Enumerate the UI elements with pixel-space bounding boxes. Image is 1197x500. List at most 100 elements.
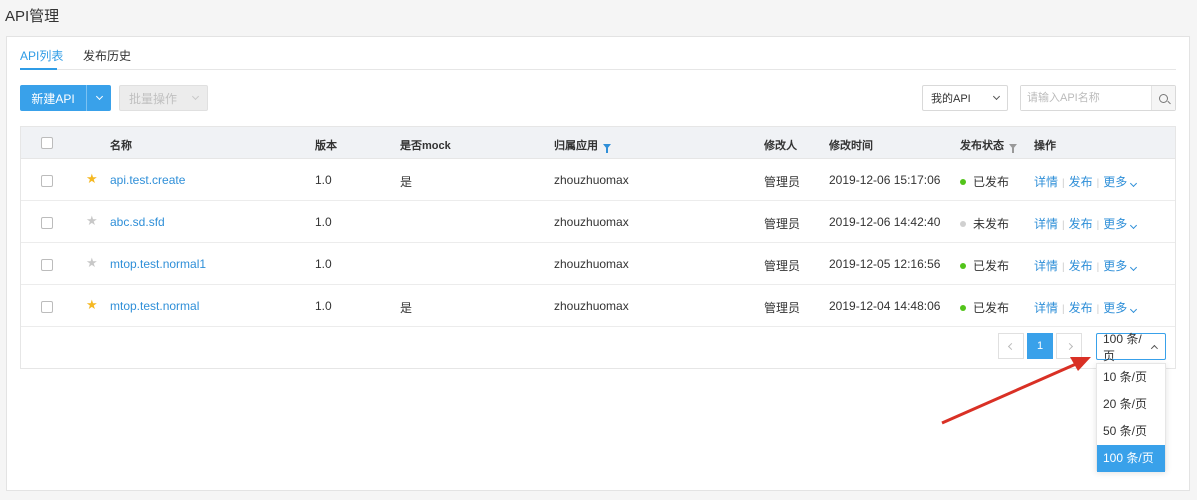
star-icon[interactable]: ★ xyxy=(86,298,98,311)
divider: | xyxy=(1096,178,1100,189)
status-dot xyxy=(960,179,966,185)
row-checkbox[interactable] xyxy=(41,301,53,313)
publish-link[interactable]: 发布 xyxy=(1069,175,1093,189)
table-row: ★ mtop.test.normal 1.0 是 zhouzhuomax 管理员… xyxy=(21,285,1175,327)
header-app: 归属应用 xyxy=(554,137,611,153)
status-dot xyxy=(960,221,966,227)
modifier-cell: 管理员 xyxy=(764,301,801,315)
status-dot xyxy=(960,305,966,311)
new-api-button[interactable]: 新建API xyxy=(20,85,86,111)
version-cell: 1.0 xyxy=(315,299,332,313)
header-modified-time: 修改时间 xyxy=(829,140,873,152)
modified-time-cell: 2019-12-05 12:16:56 xyxy=(829,257,941,271)
app-cell: zhouzhuomax xyxy=(554,257,629,271)
chevron-up-icon xyxy=(1151,344,1159,352)
table-row: ★ abc.sd.sfd 1.0 zhouzhuomax 管理员 2019-12… xyxy=(21,201,1175,243)
status-dot xyxy=(960,263,966,269)
app-cell: zhouzhuomax xyxy=(554,299,629,313)
modifier-cell: 管理员 xyxy=(764,217,801,231)
row-checkbox[interactable] xyxy=(41,259,53,271)
api-name-link[interactable]: api.test.create xyxy=(110,173,185,187)
select-all-checkbox[interactable] xyxy=(41,137,53,149)
header-ops: 操作 xyxy=(1034,140,1056,152)
new-api-dropdown-button[interactable] xyxy=(86,85,111,111)
tab-api-list[interactable]: API列表 xyxy=(20,47,63,64)
status-cell: 已发布 xyxy=(960,299,1009,316)
header-status: 发布状态 xyxy=(960,137,1017,153)
divider: | xyxy=(1096,262,1100,273)
star-icon[interactable]: ★ xyxy=(86,172,98,185)
row-actions: 详情 | 发布 | 更多 xyxy=(1034,173,1138,190)
row-actions: 详情 | 发布 | 更多 xyxy=(1034,215,1138,232)
tab-publish-history[interactable]: 发布历史 xyxy=(83,47,131,64)
status-label: 已发布 xyxy=(973,301,1010,315)
page-size-dropdown: 10 条/页 20 条/页 50 条/页 100 条/页 xyxy=(1096,363,1166,472)
filter-icon[interactable] xyxy=(603,144,611,153)
header-modifier: 修改人 xyxy=(764,140,797,152)
modifier-cell: 管理员 xyxy=(764,175,801,189)
active-tab-indicator xyxy=(20,68,57,70)
chevron-left-icon xyxy=(1007,342,1015,350)
status-label: 未发布 xyxy=(973,217,1010,231)
chevron-down-icon xyxy=(1130,179,1138,188)
batch-operations-button[interactable]: 批量操作 xyxy=(119,85,208,111)
version-cell: 1.0 xyxy=(315,257,332,271)
header-status-label: 发布状态 xyxy=(960,140,1004,152)
search-button[interactable] xyxy=(1151,86,1175,110)
search-box xyxy=(1020,85,1176,111)
filter-icon[interactable] xyxy=(1009,144,1017,153)
chevron-down-icon xyxy=(1130,221,1138,230)
table-row: ★ mtop.test.normal1 1.0 zhouzhuomax 管理员 … xyxy=(21,243,1175,285)
detail-link[interactable]: 详情 xyxy=(1034,301,1058,315)
status-cell: 已发布 xyxy=(960,257,1009,274)
page-size-option[interactable]: 10 条/页 xyxy=(1097,364,1165,391)
star-icon[interactable]: ★ xyxy=(86,214,98,227)
page-title: API管理 xyxy=(5,8,60,25)
api-name-link[interactable]: mtop.test.normal1 xyxy=(110,257,206,271)
page-size-option[interactable]: 50 条/页 xyxy=(1097,418,1165,445)
publish-link[interactable]: 发布 xyxy=(1069,259,1093,273)
page-size-select[interactable]: 100 条/页 xyxy=(1096,332,1166,363)
prev-page-button[interactable] xyxy=(998,333,1024,359)
chevron-down-icon xyxy=(1130,305,1138,314)
detail-link[interactable]: 详情 xyxy=(1034,217,1058,231)
search-input[interactable] xyxy=(1021,86,1151,110)
more-link[interactable]: 更多 xyxy=(1103,259,1138,273)
chevron-right-icon xyxy=(1065,342,1073,350)
more-label: 更多 xyxy=(1103,301,1128,315)
divider: | xyxy=(1062,178,1065,189)
page-number-button[interactable]: 1 xyxy=(1027,333,1053,359)
chevron-down-icon xyxy=(1130,263,1138,272)
row-checkbox[interactable] xyxy=(41,175,53,187)
row-actions: 详情 | 发布 | 更多 xyxy=(1034,257,1138,274)
table-row: ★ api.test.create 1.0 是 zhouzhuomax 管理员 … xyxy=(21,159,1175,201)
search-icon xyxy=(1159,93,1168,103)
more-link[interactable]: 更多 xyxy=(1103,301,1138,315)
more-link[interactable]: 更多 xyxy=(1103,175,1138,189)
version-cell: 1.0 xyxy=(315,215,332,229)
chevron-down-icon xyxy=(95,92,103,101)
detail-link[interactable]: 详情 xyxy=(1034,259,1058,273)
publish-link[interactable]: 发布 xyxy=(1069,301,1093,315)
header-mock: 是否mock xyxy=(400,140,451,152)
publish-link[interactable]: 发布 xyxy=(1069,217,1093,231)
status-label: 已发布 xyxy=(973,175,1010,189)
modified-time-cell: 2019-12-06 15:17:06 xyxy=(829,173,941,187)
version-cell: 1.0 xyxy=(315,173,332,187)
api-name-link[interactable]: mtop.test.normal xyxy=(110,299,199,313)
detail-link[interactable]: 详情 xyxy=(1034,175,1058,189)
more-link[interactable]: 更多 xyxy=(1103,217,1138,231)
status-label: 已发布 xyxy=(973,259,1010,273)
page-size-value: 100 条/页 xyxy=(1103,331,1142,363)
api-name-link[interactable]: abc.sd.sfd xyxy=(110,215,165,229)
api-scope-select[interactable]: 我的API xyxy=(922,85,1008,111)
page-size-option-selected[interactable]: 100 条/页 xyxy=(1097,445,1165,472)
star-icon[interactable]: ★ xyxy=(86,256,98,269)
row-checkbox[interactable] xyxy=(41,217,53,229)
api-list-panel: API列表 发布历史 新建API 批量操作 我的API 名称 版本 是否mock… xyxy=(6,36,1190,491)
divider: | xyxy=(1062,304,1065,315)
header-version: 版本 xyxy=(315,140,337,152)
next-page-button[interactable] xyxy=(1056,333,1082,359)
page-size-option[interactable]: 20 条/页 xyxy=(1097,391,1165,418)
api-scope-select-value: 我的API xyxy=(931,93,971,105)
